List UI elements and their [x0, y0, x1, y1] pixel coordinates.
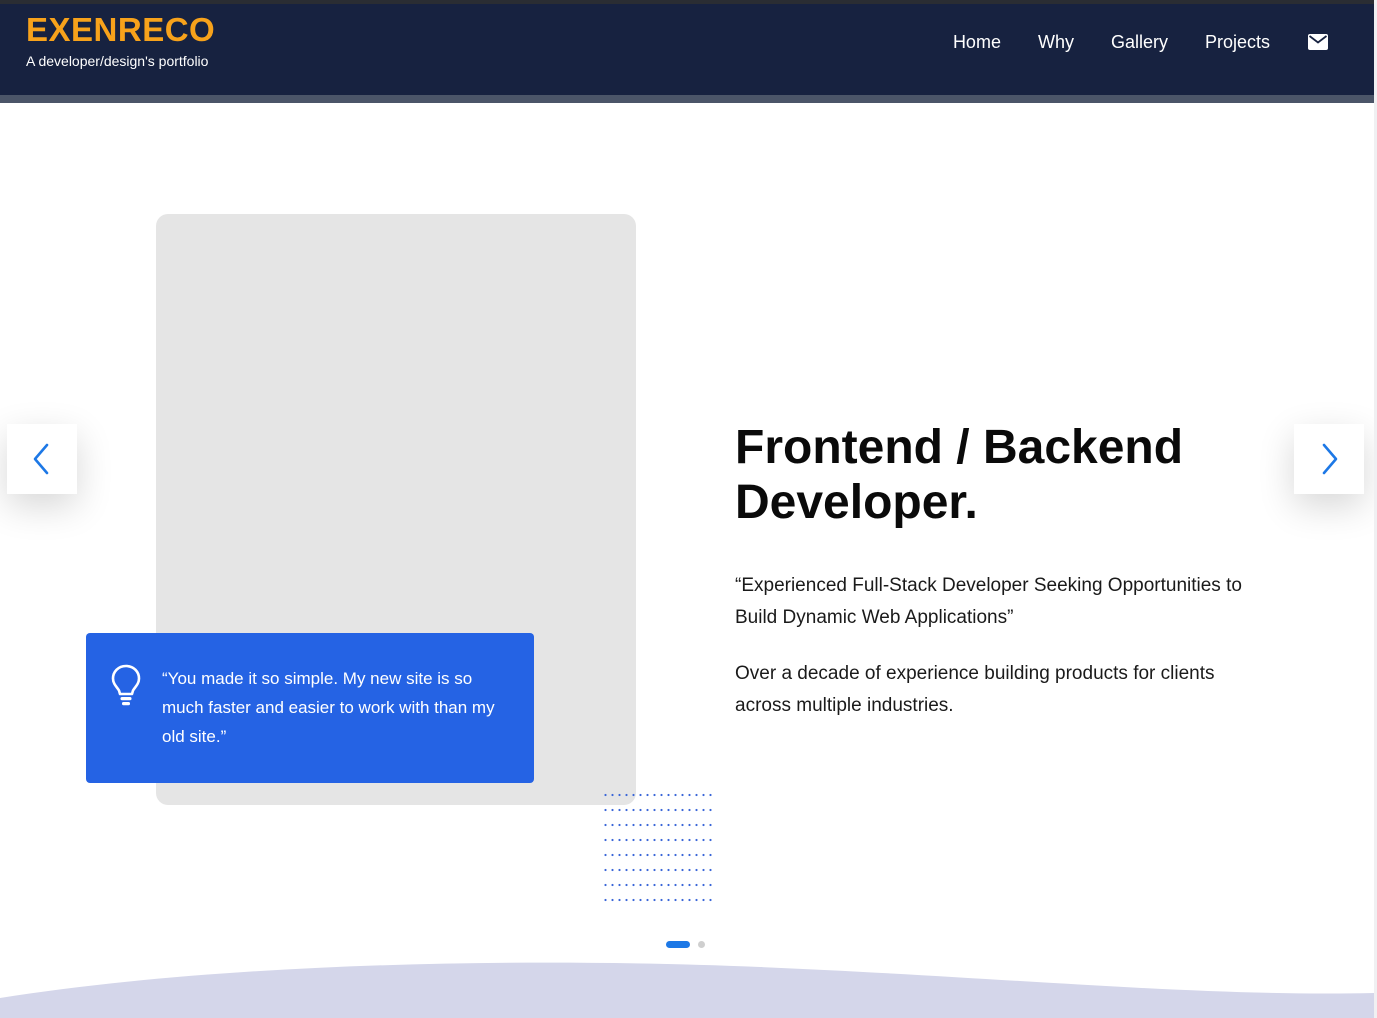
- page: EXENRECO A developer/design's portfolio …: [0, 0, 1377, 1018]
- carousel-indicators: [666, 941, 705, 948]
- lightbulb-icon: [111, 664, 141, 706]
- decorative-dot-grid: [602, 790, 712, 906]
- nav-home[interactable]: Home: [953, 30, 1001, 54]
- chevron-right-icon: [1322, 443, 1338, 475]
- nav-projects[interactable]: Projects: [1205, 30, 1270, 54]
- site-logo[interactable]: EXENRECO: [26, 12, 215, 48]
- hero-quote: “Experienced Full-Stack Developer Seekin…: [735, 575, 1242, 628]
- testimonial-quote: “You made it so simple. My new site is s…: [162, 669, 495, 746]
- testimonial-card: “You made it so simple. My new site is s…: [86, 633, 534, 783]
- envelope-icon[interactable]: [1308, 34, 1328, 50]
- header-divider: [0, 95, 1374, 103]
- hero-summary: Over a decade of experience building pro…: [735, 663, 1215, 716]
- main-nav: Home Why Gallery Projects: [916, 30, 1328, 54]
- site-header: EXENRECO A developer/design's portfolio …: [0, 0, 1374, 95]
- decorative-wave: [0, 962, 1374, 1018]
- nav-why[interactable]: Why: [1038, 30, 1074, 54]
- hero-headline: Frontend / Backend Developer.: [735, 421, 1184, 529]
- carousel-next-button[interactable]: [1294, 424, 1364, 494]
- carousel-prev-button[interactable]: [7, 424, 77, 494]
- carousel-indicator-active[interactable]: [666, 941, 690, 948]
- carousel-indicator[interactable]: [698, 941, 705, 948]
- site-tagline: A developer/design's portfolio: [26, 53, 209, 69]
- nav-gallery[interactable]: Gallery: [1111, 30, 1168, 54]
- chevron-left-icon: [33, 443, 49, 475]
